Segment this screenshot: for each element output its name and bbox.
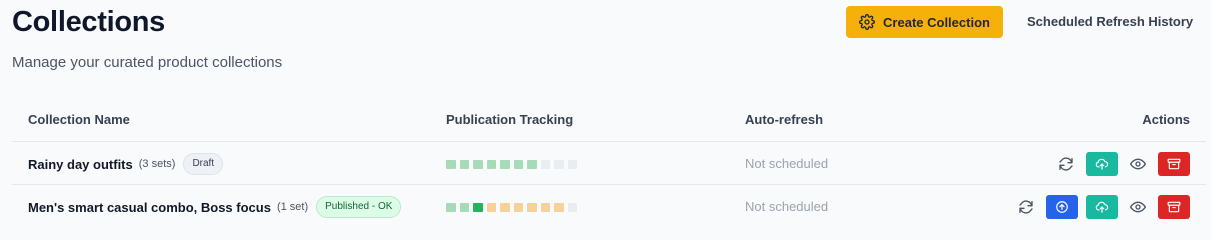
tracking-square xyxy=(473,159,483,169)
table-row: Men's smart casual combo, Boss focus (1 … xyxy=(12,186,1206,228)
tracking-square xyxy=(567,159,577,169)
tracking-square xyxy=(540,159,550,169)
archive-button[interactable] xyxy=(1158,152,1190,176)
archive-icon xyxy=(1167,201,1181,213)
tracking-square xyxy=(527,202,537,212)
table-header: Collection Name Publication Tracking Aut… xyxy=(12,98,1206,142)
auto-refresh-status: Not scheduled xyxy=(745,199,829,214)
preview-icon[interactable] xyxy=(1126,195,1150,219)
tracking-square xyxy=(540,202,550,212)
collection-name[interactable]: Men's smart casual combo, Boss focus xyxy=(28,200,271,215)
create-collection-button[interactable]: Create Collection xyxy=(846,6,1003,38)
collection-name[interactable]: Rainy day outfits xyxy=(28,157,133,172)
column-header-name: Collection Name xyxy=(28,112,130,127)
tracking-square xyxy=(500,159,510,169)
publication-tracking xyxy=(446,143,577,185)
tracking-square xyxy=(473,202,483,212)
row-actions xyxy=(1054,143,1190,185)
refresh-icon[interactable] xyxy=(1054,152,1078,176)
tracking-square xyxy=(513,202,523,212)
preview-icon[interactable] xyxy=(1126,152,1150,176)
column-header-auto-refresh: Auto-refresh xyxy=(745,112,824,127)
tracking-square xyxy=(486,159,496,169)
tracking-square xyxy=(446,202,456,212)
refresh-icon[interactable] xyxy=(1014,195,1038,219)
auto-refresh-status: Not scheduled xyxy=(745,156,829,171)
table-row: Rainy day outfits (3 sets) Draft Not sch… xyxy=(12,143,1206,185)
status-badge: Draft xyxy=(183,153,224,175)
tracking-square xyxy=(527,159,537,169)
tracking-square xyxy=(567,202,577,212)
cloud-upload-icon xyxy=(1095,158,1109,170)
column-header-publication: Publication Tracking xyxy=(446,112,574,127)
archive-button[interactable] xyxy=(1158,195,1190,219)
publish-button[interactable] xyxy=(1086,195,1118,219)
circle-arrow-up-icon xyxy=(1056,201,1068,213)
set-count: (3 sets) xyxy=(138,158,176,170)
create-collection-label: Create Collection xyxy=(883,14,990,30)
collections-page: Collections Manage your curated product … xyxy=(0,0,1211,236)
tracking-square xyxy=(446,159,456,169)
collection-name-cell: Rainy day outfits (3 sets) Draft xyxy=(28,143,224,185)
tracking-square xyxy=(554,159,564,169)
tracking-square xyxy=(459,159,469,169)
set-count: (1 set) xyxy=(276,201,309,213)
cloud-upload-icon xyxy=(1095,201,1109,213)
publication-tracking xyxy=(446,186,577,228)
column-header-actions: Actions xyxy=(1142,112,1190,127)
tracking-square xyxy=(554,202,564,212)
page-title: Collections xyxy=(12,6,165,38)
publish-button[interactable] xyxy=(1086,152,1118,176)
tracking-square xyxy=(513,159,523,169)
upload-button[interactable] xyxy=(1046,195,1078,219)
tracking-square xyxy=(500,202,510,212)
scheduled-refresh-history-link[interactable]: Scheduled Refresh History xyxy=(1027,14,1193,29)
status-badge: Published - OK xyxy=(316,196,402,218)
collection-name-cell: Men's smart casual combo, Boss focus (1 … xyxy=(28,186,402,228)
tracking-square xyxy=(459,202,469,212)
page-subtitle: Manage your curated product collections xyxy=(12,54,283,71)
archive-icon xyxy=(1167,158,1181,170)
gear-icon xyxy=(859,14,875,30)
row-actions xyxy=(1014,186,1190,228)
tracking-square xyxy=(486,202,496,212)
